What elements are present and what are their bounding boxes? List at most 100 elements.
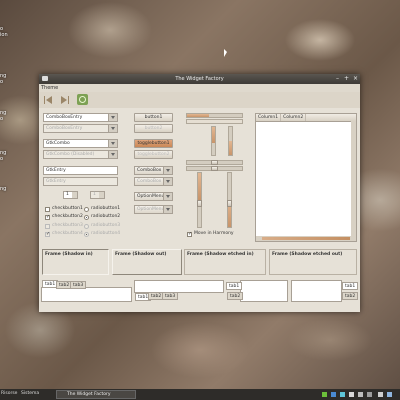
radiobutton1-label[interactable]: radiobutton1 <box>91 206 120 211</box>
spin-value: 1 <box>93 192 96 197</box>
chevron-down-icon[interactable] <box>163 167 172 174</box>
tab-2[interactable]: tab2 <box>342 292 359 300</box>
checkbutton2-label[interactable]: checkbutton2 <box>52 214 83 219</box>
menubar: Theme <box>39 84 360 92</box>
chevron-down-icon <box>108 151 117 158</box>
volume-icon[interactable] <box>349 392 354 397</box>
monitor-icon[interactable] <box>378 392 383 397</box>
slider-handle[interactable] <box>227 200 232 207</box>
slider-vertical[interactable] <box>197 172 202 228</box>
notebook-right-tabs: tab1 tab2 <box>291 280 359 302</box>
checkbutton1[interactable] <box>45 207 50 212</box>
refresh-icon[interactable] <box>77 94 88 105</box>
progress-bar-vertical <box>211 126 216 156</box>
go-first-icon[interactable] <box>43 94 54 105</box>
taskbar-window-button[interactable]: The Widget Factory <box>56 390 136 399</box>
radiobutton2[interactable] <box>84 215 89 220</box>
maximize-icon[interactable]: + <box>343 75 350 82</box>
window-title: The Widget Factory <box>175 76 224 82</box>
desktop-icon-label[interactable]: ion <box>0 32 8 38</box>
desktop-icon-label[interactable]: o <box>0 156 3 162</box>
tab-3[interactable]: tab3 <box>162 292 179 300</box>
gtk-combo[interactable]: GtkCombo <box>43 139 118 148</box>
tree-header: Column1 Column2 <box>256 114 356 122</box>
spin-button-disabled: 1 <box>90 191 105 199</box>
close-icon[interactable]: × <box>352 75 359 82</box>
gtk-combo-disabled-text: GtkCombo (Disabled) <box>46 152 95 157</box>
radiobutton1[interactable] <box>84 207 89 212</box>
radiobutton3-disabled <box>84 224 89 229</box>
minimize-icon[interactable]: – <box>334 75 341 82</box>
tab-3[interactable]: tab3 <box>70 281 87 289</box>
horizontal-scrollbar[interactable] <box>256 236 356 241</box>
combobox-entry-disabled: ComboBoxEntry <box>43 124 118 133</box>
slider-horizontal-2[interactable] <box>186 166 243 171</box>
combobox[interactable]: ComboBox <box>134 166 173 175</box>
chevron-down-icon[interactable] <box>163 193 172 200</box>
progress-bar-vertical-2 <box>228 126 233 156</box>
chevron-down-icon <box>163 178 172 185</box>
checkbutton2[interactable] <box>45 215 50 220</box>
go-last-icon[interactable] <box>59 94 70 105</box>
progress-fill <box>229 141 232 155</box>
spin-arrows-icon[interactable] <box>72 192 77 198</box>
tab-1[interactable]: tab1 <box>226 282 243 290</box>
tree-view[interactable]: Column1 Column2 <box>255 113 357 242</box>
togglebutton1[interactable]: togglebutton1 <box>134 139 173 148</box>
desktop-icon-label[interactable]: o <box>0 116 3 122</box>
tab-2[interactable]: tab2 <box>227 292 244 300</box>
slider-handle[interactable] <box>211 160 218 165</box>
desktop-icon-label[interactable]: ng <box>0 186 6 192</box>
combobox-entry[interactable]: ComboBoxEntry <box>43 113 118 122</box>
column-header-2[interactable]: Column2 <box>281 114 307 121</box>
entry[interactable]: GtkEntry <box>43 166 118 175</box>
button1[interactable]: button1 <box>134 113 173 122</box>
taskbar-menu-sistema[interactable]: Sistema <box>21 391 39 396</box>
slider-vertical-2[interactable] <box>227 172 232 228</box>
spin-button[interactable]: 1 <box>63 191 78 199</box>
column-header-1[interactable]: Column1 <box>256 114 282 121</box>
notification-icon[interactable] <box>367 392 372 397</box>
title-bar[interactable]: The Widget Factory – + × <box>39 74 360 84</box>
move-in-harmony-label[interactable]: Move in Harmony <box>194 231 234 236</box>
frame-label: Frame (Shadow etched in) <box>187 252 254 257</box>
entry-disabled-text: GtkEntry <box>46 179 66 184</box>
update-icon[interactable] <box>331 392 336 397</box>
notebook-bottom-tabs: tab1 tab2 tab3 <box>134 280 224 302</box>
slider-fill <box>198 173 201 200</box>
optionmenu[interactable]: OptionMenu <box>134 192 173 201</box>
progress-bar-horizontal <box>186 113 243 118</box>
checkbutton1-label[interactable]: checkbutton1 <box>52 206 83 211</box>
progress-bar-horizontal-2 <box>186 119 243 124</box>
network-icon[interactable] <box>322 392 327 397</box>
combobox-entry-disabled-text: ComboBoxEntry <box>46 126 83 131</box>
tab-1[interactable]: tab1 <box>342 282 359 290</box>
chevron-down-icon <box>163 206 172 213</box>
slider-handle[interactable] <box>211 166 218 171</box>
scrollbar-thumb[interactable] <box>262 237 350 240</box>
chevron-down-icon[interactable] <box>108 114 117 121</box>
optionmenu-disabled-text: OptionMenu <box>137 207 165 212</box>
frames-row: Frame (Shadow in) Frame (Shadow out) Fra… <box>40 249 360 275</box>
chevron-down-icon[interactable] <box>108 140 117 147</box>
frame-shadow-etched-in: Frame (Shadow etched in) <box>184 249 266 275</box>
vertical-scrollbar[interactable] <box>351 121 356 236</box>
slider-handle[interactable] <box>197 200 202 207</box>
display-icon[interactable] <box>340 392 345 397</box>
move-in-harmony-checkbox[interactable] <box>187 232 192 237</box>
entry-text: GtkEntry <box>46 168 66 173</box>
clipboard-icon[interactable] <box>358 392 363 397</box>
taskbar-window-label: The Widget Factory <box>67 392 111 397</box>
slider-horizontal[interactable] <box>186 160 243 165</box>
radiobutton2-label[interactable]: radiobutton2 <box>91 214 120 219</box>
checkbutton4-label: checkbutton4 <box>52 231 83 236</box>
notebook-page <box>240 280 288 302</box>
desktop-icon-label[interactable]: o <box>0 79 3 85</box>
menu-theme[interactable]: Theme <box>41 85 58 91</box>
radiobutton4-disabled <box>84 232 89 237</box>
taskbar-menu-risorse[interactable]: Risorse <box>1 391 17 396</box>
gtk-combo-disabled: GtkCombo (Disabled) <box>43 150 118 159</box>
frame-label: Frame (Shadow out) <box>115 252 167 257</box>
combobox-text: ComboBox <box>137 168 162 173</box>
workspace-icon[interactable] <box>387 392 392 397</box>
